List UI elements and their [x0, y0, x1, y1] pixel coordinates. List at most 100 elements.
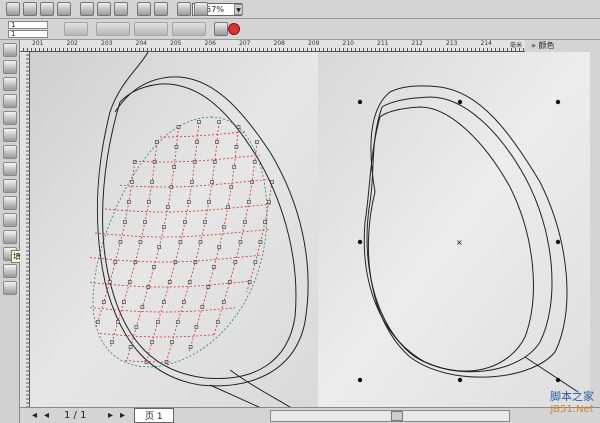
freehand-tool[interactable] [3, 111, 17, 125]
selection-handle[interactable] [457, 377, 463, 383]
mesh-node[interactable] [113, 260, 118, 264]
mesh-node[interactable] [255, 140, 259, 144]
mesh-node[interactable] [222, 225, 226, 229]
interactive-fill-tool[interactable] [3, 281, 17, 295]
mesh-node[interactable] [187, 280, 192, 284]
mesh-node[interactable] [229, 185, 234, 189]
prev-page-button[interactable]: ◂ [44, 410, 49, 421]
mesh-node[interactable] [134, 325, 139, 329]
mesh-node[interactable] [190, 180, 194, 184]
zoom-tool[interactable] [3, 94, 17, 108]
mesh-node[interactable] [147, 200, 151, 204]
mesh-node[interactable] [194, 325, 199, 329]
mesh-node[interactable] [150, 180, 154, 184]
mesh-node[interactable] [122, 300, 126, 304]
export-icon[interactable] [194, 2, 208, 16]
mesh-node[interactable] [238, 240, 243, 244]
ellipse-tool[interactable] [3, 145, 17, 159]
first-page-button[interactable]: ◂ [32, 410, 37, 421]
mesh-node[interactable] [152, 265, 156, 269]
mesh-node[interactable] [157, 245, 162, 249]
horizontal-scrollbar[interactable] [270, 410, 510, 422]
mesh-node[interactable] [176, 320, 180, 324]
selection-handle[interactable] [457, 99, 463, 105]
mesh-node[interactable] [162, 300, 166, 304]
selection-handle[interactable] [555, 99, 561, 105]
mesh-node[interactable] [172, 165, 176, 169]
mesh-node[interactable] [156, 320, 160, 324]
mesh-node[interactable] [243, 220, 247, 224]
mesh-node[interactable] [102, 300, 106, 304]
mesh-node[interactable] [198, 240, 203, 244]
mesh-node[interactable] [197, 120, 201, 124]
vertical-scrollbar[interactable] [590, 52, 600, 407]
next-page-button[interactable]: ▸ [108, 410, 113, 421]
mesh-node[interactable] [127, 280, 132, 284]
mesh-node[interactable] [178, 240, 183, 244]
selection-handle[interactable] [357, 377, 363, 383]
new-icon[interactable] [6, 2, 20, 16]
mesh-node[interactable] [195, 140, 199, 144]
mesh-node[interactable] [174, 145, 179, 149]
mesh-node[interactable] [217, 120, 221, 124]
drawing-canvas[interactable]: × [30, 52, 600, 407]
copy-icon[interactable] [97, 2, 111, 16]
polygon-tool[interactable] [3, 162, 17, 176]
mesh-node[interactable] [130, 180, 134, 184]
clear-mesh-icon[interactable] [228, 23, 240, 35]
mesh-node[interactable] [188, 345, 193, 349]
mesh-node[interactable] [222, 300, 226, 304]
transparency-slider[interactable] [172, 22, 206, 36]
mesh-node[interactable] [138, 240, 143, 244]
mesh-node[interactable] [166, 205, 170, 209]
open-icon[interactable] [23, 2, 37, 16]
mesh-node[interactable] [143, 220, 147, 224]
mesh-node[interactable] [118, 240, 123, 244]
horizontal-ruler[interactable]: 201 202 203 204 205 206 207 208 209 210 211 212 213 2… [20, 40, 525, 52]
mesh-node[interactable] [200, 305, 205, 309]
save-icon[interactable] [40, 2, 54, 16]
mesh-node[interactable] [215, 140, 219, 144]
mesh-node[interactable] [234, 145, 239, 149]
mesh-node[interactable] [267, 200, 271, 204]
mesh-node[interactable] [217, 245, 222, 249]
mesh-node[interactable] [187, 200, 191, 204]
smooth-mesh-icon[interactable] [214, 22, 228, 36]
fill-tool[interactable] [3, 264, 17, 278]
mesh-node[interactable] [170, 340, 174, 344]
mesh-node[interactable] [212, 265, 216, 269]
basic-shapes-tool[interactable] [3, 179, 17, 193]
text-tool[interactable] [3, 196, 17, 210]
mesh-node[interactable] [182, 300, 186, 304]
mesh-node[interactable] [155, 140, 159, 144]
mesh-node[interactable] [252, 160, 257, 164]
import-icon[interactable] [177, 2, 191, 16]
mesh-node[interactable] [128, 345, 133, 349]
cut-icon[interactable] [80, 2, 94, 16]
mesh-columns-input[interactable]: 1 [8, 21, 48, 29]
mesh-node[interactable] [167, 280, 172, 284]
mesh-node[interactable] [270, 180, 274, 184]
interactive-blend-tool[interactable] [3, 213, 17, 227]
selection-handle[interactable] [555, 377, 561, 383]
vertical-ruler[interactable] [20, 52, 30, 407]
mesh-node[interactable] [96, 320, 100, 324]
mesh-node[interactable] [247, 200, 251, 204]
last-page-button[interactable]: ▸ [120, 410, 125, 421]
selection-handle[interactable] [357, 99, 363, 105]
mesh-node[interactable] [233, 260, 238, 264]
print-icon[interactable] [57, 2, 71, 16]
mesh-node[interactable] [127, 200, 131, 204]
crop-tool[interactable] [3, 77, 17, 91]
curve-buttons[interactable] [134, 22, 168, 36]
mesh-node[interactable] [123, 220, 127, 224]
mesh-node[interactable] [210, 180, 214, 184]
mesh-node[interactable] [212, 160, 217, 164]
pick-tool[interactable] [3, 43, 17, 57]
mesh-node[interactable] [107, 280, 112, 284]
mesh-node[interactable] [176, 125, 181, 129]
selection-handle[interactable] [555, 239, 561, 245]
mesh-node[interactable] [258, 240, 263, 244]
mesh-node[interactable] [216, 320, 220, 324]
selection-handle[interactable] [357, 239, 363, 245]
